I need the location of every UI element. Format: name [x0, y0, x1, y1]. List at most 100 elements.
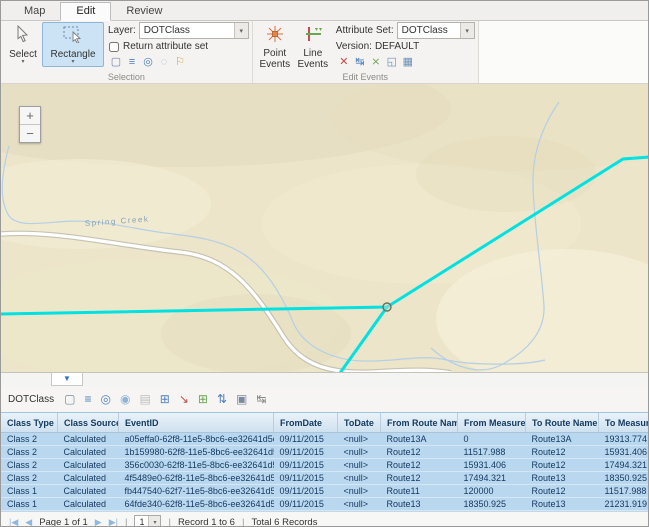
- map-view[interactable]: Spring Creek + −: [1, 84, 648, 372]
- rectangle-dropdown-caret[interactable]: ▾: [71, 60, 74, 65]
- edit-events-group-label: Edit Events: [256, 72, 475, 83]
- select-dropdown-caret[interactable]: ▾: [21, 60, 24, 65]
- version-label: Version:: [336, 41, 372, 52]
- identify-icon[interactable]: ▣: [236, 392, 247, 406]
- separator: |: [168, 517, 170, 527]
- selection-group-label: Selection: [4, 72, 249, 83]
- table-row[interactable]: Class 2Calculated4f5489e0-62f8-11e5-8bc6…: [1, 472, 649, 485]
- table-cell: Route13A: [381, 433, 458, 446]
- table-cell: Calculated: [58, 446, 119, 459]
- table-cell: Route12: [381, 446, 458, 459]
- measure-range-icon[interactable]: ↹: [256, 392, 266, 406]
- table-cell: Route13A: [526, 433, 599, 446]
- last-page-icon[interactable]: ▶|: [109, 517, 118, 527]
- table-row[interactable]: Class 2Calculated1b159980-62f8-11e5-8bc6…: [1, 446, 649, 459]
- selection-list-icon[interactable]: ≡: [124, 56, 140, 69]
- tab-edit[interactable]: Edit: [60, 2, 111, 21]
- table-cell: 09/11/2015: [274, 485, 338, 498]
- layer-dropdown[interactable]: DOTClass ▾: [139, 22, 249, 39]
- table-cell: 120000: [458, 485, 526, 498]
- selection-options-icon[interactable]: ⚐: [172, 56, 188, 69]
- page-select-caret-icon[interactable]: ▾: [148, 516, 160, 527]
- separator: |: [242, 517, 244, 527]
- column-header-from-measure[interactable]: From Measure: [458, 413, 526, 433]
- column-header-to-measure[interactable]: To Measure: [599, 413, 649, 433]
- pan-to-selection-icon[interactable]: ◉: [120, 392, 130, 406]
- zoom-to-selection-icon[interactable]: ◎: [100, 392, 110, 406]
- table-cell: <null>: [338, 446, 381, 459]
- column-header-todate[interactable]: ToDate: [338, 413, 381, 433]
- save-icon[interactable]: ▤: [139, 392, 150, 406]
- point-events-button[interactable]: Point Events: [256, 22, 294, 72]
- collapse-panel-button[interactable]: ▼: [51, 373, 83, 386]
- select-by-rectangle-icon[interactable]: ▢: [108, 56, 124, 69]
- column-header-from-route-name[interactable]: From Route Name: [381, 413, 458, 433]
- select-records-icon[interactable]: ▢: [64, 392, 75, 406]
- table-cell: 11517.988: [599, 485, 649, 498]
- split-event-icon[interactable]: ⨯: [368, 56, 384, 69]
- open-table-icon[interactable]: ⊞: [160, 392, 170, 406]
- table-cell: 15931.406: [458, 459, 526, 472]
- page-select[interactable]: 1 ▾: [134, 515, 161, 527]
- table-body: Class 2Calculateda05effa0-62f8-11e5-8bc6…: [1, 433, 649, 511]
- map-zoom-control: + −: [19, 106, 41, 143]
- attribute-set-dropdown[interactable]: DOTClass ▾: [397, 22, 475, 39]
- zoom-to-selected-icon[interactable]: ◎: [140, 56, 156, 69]
- point-events-icon: [265, 25, 285, 48]
- ribbon: Map Edit Review Select ▾: [1, 1, 648, 84]
- table-cell: Route12: [526, 485, 599, 498]
- route-junction-marker[interactable]: [383, 303, 391, 311]
- table-row[interactable]: Class 2Calculated356c0030-62f8-11e5-8bc6…: [1, 459, 649, 472]
- table-cell: Class 2: [1, 433, 58, 446]
- table-cell: <null>: [338, 498, 381, 511]
- column-header-eventid[interactable]: EventID: [119, 413, 274, 433]
- append-record-icon[interactable]: ⊞: [198, 392, 208, 406]
- clear-selection-icon[interactable]: ◌: [156, 56, 172, 69]
- table-row[interactable]: Class 1Calculatedfb447540-62f7-11e5-8bc6…: [1, 485, 649, 498]
- table-cell: Route13: [526, 472, 599, 485]
- table-cell: fb447540-62f7-11e5-8bc6-ee32641d5ec9: [119, 485, 274, 498]
- event-table-icon[interactable]: ▦: [400, 56, 416, 69]
- attribute-set-dropdown-caret-icon[interactable]: ▾: [460, 23, 474, 38]
- table-cell: Route12: [381, 459, 458, 472]
- sort-records-icon[interactable]: ⇅: [217, 392, 227, 406]
- table-cell: 18350.925: [458, 498, 526, 511]
- rectangle-tool-button[interactable]: Rectangle ▾: [42, 22, 104, 67]
- column-header-class-source[interactable]: Class Source: [58, 413, 119, 433]
- layer-dropdown-caret-icon[interactable]: ▾: [234, 23, 248, 38]
- table-cell: Class 2: [1, 459, 58, 472]
- previous-page-icon[interactable]: ◀: [25, 517, 32, 527]
- tab-review[interactable]: Review: [111, 3, 177, 20]
- table-title: DOTClass: [8, 394, 54, 405]
- column-header-to-route-name[interactable]: To Route Name: [526, 413, 599, 433]
- column-header-class-type[interactable]: Class Type: [1, 413, 58, 433]
- zoom-out-button[interactable]: −: [20, 125, 40, 142]
- select-tool-button[interactable]: Select ▾: [4, 22, 42, 67]
- table-row[interactable]: Class 2Calculateda05effa0-62f8-11e5-8bc6…: [1, 433, 649, 446]
- list-view-icon[interactable]: ≡: [84, 392, 91, 406]
- first-page-icon[interactable]: |◀: [9, 517, 18, 527]
- rectangle-select-icon: [62, 25, 84, 48]
- table-cell: 15931.406: [599, 446, 649, 459]
- next-page-icon[interactable]: ▶: [95, 517, 102, 527]
- zoom-in-button[interactable]: +: [20, 107, 40, 125]
- table-cell: 19313.774: [599, 433, 649, 446]
- return-attribute-set-checkbox[interactable]: [109, 42, 119, 52]
- ribbon-content: Select ▾ Rectangle ▾ Layer:: [1, 21, 648, 83]
- line-events-button[interactable]: Line Events: [294, 22, 332, 72]
- table-cell: 0: [458, 433, 526, 446]
- total-records-label: Total 6 Records: [251, 517, 317, 527]
- table-cell: Calculated: [58, 472, 119, 485]
- delete-event-icon[interactable]: ✕: [336, 56, 352, 69]
- column-header-fromdate[interactable]: FromDate: [274, 413, 338, 433]
- table-cell: 17494.321: [599, 459, 649, 472]
- pagination-bar: |◀ ◀ Page 1 of 1 ▶ ▶| | 1 ▾ | Record 1 t…: [1, 511, 648, 527]
- table-cell: 17494.321: [458, 472, 526, 485]
- extend-event-icon[interactable]: ↹: [352, 56, 368, 69]
- tab-map[interactable]: Map: [9, 3, 60, 20]
- event-window-icon[interactable]: ◱: [384, 56, 400, 69]
- table-cell: Calculated: [58, 498, 119, 511]
- go-to-measure-icon[interactable]: ↘: [179, 392, 189, 406]
- table-cell: 09/11/2015: [274, 472, 338, 485]
- table-row[interactable]: Class 1Calculated64fde340-62f8-11e5-8bc6…: [1, 498, 649, 511]
